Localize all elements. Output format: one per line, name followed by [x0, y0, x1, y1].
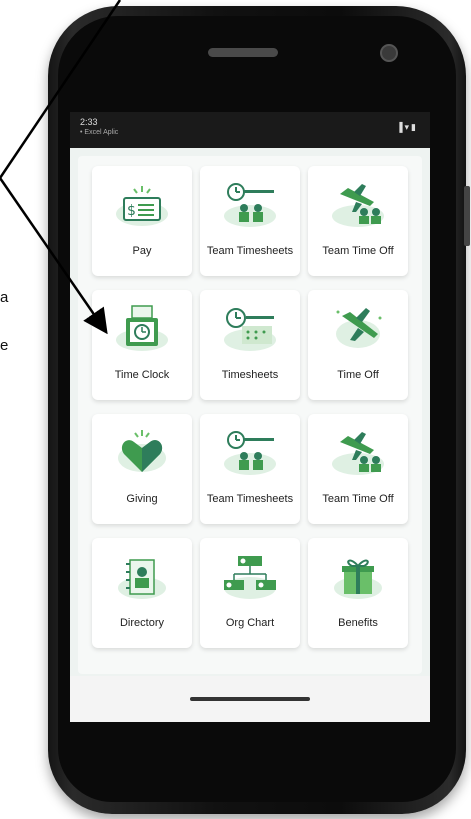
tile-team-timesheets-2[interactable]: Team Timesheets	[200, 414, 300, 524]
team-timesheets-icon	[224, 431, 276, 475]
status-bar: 2:33 • Excel Aplic ▐▾▮	[70, 112, 430, 148]
tile-label: Time Off	[337, 369, 379, 381]
tile-team-time-off[interactable]: Team Time Off	[308, 166, 408, 276]
edge-text-2: e	[0, 337, 9, 354]
home-gesture-handle[interactable]	[190, 697, 310, 701]
tile-label: Org Chart	[225, 617, 275, 629]
tile-label: Pay	[132, 245, 152, 257]
giving-icon	[118, 430, 166, 472]
tile-label: Team Time Off	[322, 245, 394, 257]
tile-label: Giving	[126, 493, 158, 505]
time-clock-icon	[116, 305, 168, 351]
timesheets-icon	[224, 308, 276, 351]
team-time-off-icon	[332, 184, 384, 227]
tile-org-chart[interactable]: Org Chart	[200, 538, 300, 648]
time-off-icon	[336, 308, 382, 348]
team-timesheets-icon	[224, 183, 276, 227]
tile-label: Team Timesheets	[206, 493, 294, 505]
front-camera	[380, 44, 398, 62]
tile-label: Time Clock	[114, 369, 170, 381]
app-grid: $ Pay Team Timesheets Team Time Off Time…	[78, 156, 422, 674]
tile-label: Timesheets	[221, 369, 279, 381]
tile-pay[interactable]: $ Pay	[92, 166, 192, 276]
tile-label: Benefits	[338, 617, 378, 629]
system-nav-bar	[70, 676, 430, 722]
tile-label: Team Time Off	[322, 493, 394, 505]
svg-text:$: $	[127, 203, 136, 219]
org-chart-icon	[224, 556, 276, 599]
tile-label: Directory	[119, 617, 164, 629]
tile-directory[interactable]: Directory	[92, 538, 192, 648]
status-time: 2:33	[80, 117, 98, 127]
benefits-icon	[334, 559, 382, 599]
pay-icon: $	[116, 186, 168, 226]
tile-time-clock[interactable]: Time Clock	[92, 290, 192, 400]
tile-time-off[interactable]: Time Off	[308, 290, 408, 400]
edge-text-1: a	[0, 289, 9, 306]
tile-team-timesheets[interactable]: Team Timesheets	[200, 166, 300, 276]
status-notification: • Excel Aplic	[80, 129, 119, 136]
speaker-grille	[208, 48, 278, 57]
tile-label: Team Timesheets	[206, 245, 294, 257]
tile-giving[interactable]: Giving	[92, 414, 192, 524]
status-icons: ▐▾▮	[396, 122, 418, 132]
tile-timesheets[interactable]: Timesheets	[200, 290, 300, 400]
directory-icon	[118, 559, 166, 599]
phone-side-button	[464, 186, 470, 246]
tile-team-time-off-2[interactable]: Team Time Off	[308, 414, 408, 524]
phone-screen: 2:33 • Excel Aplic ▐▾▮ $ Pay Team Timesh…	[70, 112, 430, 722]
tile-benefits[interactable]: Benefits	[308, 538, 408, 648]
team-time-off-icon	[332, 432, 384, 475]
